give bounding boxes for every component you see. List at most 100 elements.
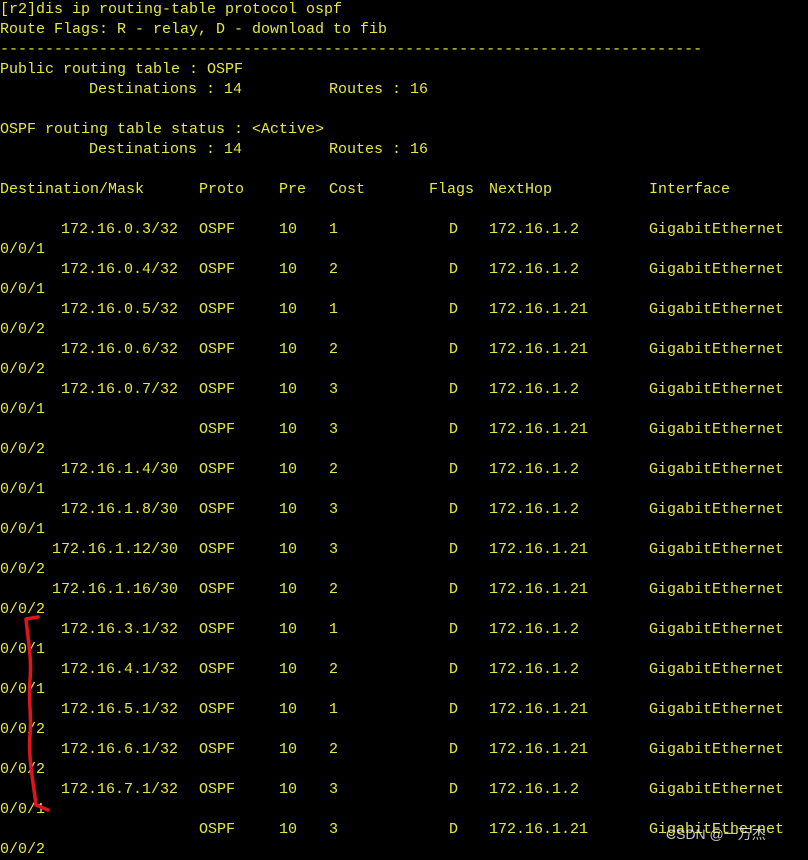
route-flags-text: Route Flags: R - relay, D - download to …	[0, 21, 388, 38]
csdn-watermark: CSDN @一万杰	[666, 826, 766, 842]
interface-wrap-line: 0/0/1	[0, 640, 808, 660]
interface-wrap-line: 0/0/2	[0, 440, 808, 460]
route-flags: D	[449, 581, 459, 598]
route-preference: 10	[279, 261, 298, 278]
table-row: 172.16.1.8/30 OSPF 10 3 D 172.16.1.2 GigabitEt…	[0, 500, 808, 520]
route-interface-continuation: 0/0/1	[0, 481, 46, 498]
table-row: 172.16.5.1/32 OSPF 10 1 D 172.16.1.21 GigabitE…	[0, 700, 808, 720]
route-interface-continuation: 0/0/1	[0, 281, 46, 298]
interface-wrap-line: 0/0/1	[0, 520, 808, 540]
interface-wrap-line: 0/0/1	[0, 480, 808, 500]
route-destination: 172.16.0.7/32	[60, 381, 178, 398]
route-flags: D	[449, 661, 459, 678]
table-header-row: Destination/Mask Proto Pre Cost Flags Ne…	[0, 180, 808, 200]
route-preference: 10	[279, 221, 298, 238]
route-flags: D	[449, 261, 459, 278]
route-nexthop: 172.16.1.2	[489, 461, 580, 478]
route-interface-continuation: 0/0/1	[0, 641, 46, 658]
terminal-window[interactable]: [r2]dis ip routing-table protocol ospf R…	[0, 0, 808, 858]
route-cost: 3	[329, 501, 339, 518]
route-interface-continuation: 0/0/2	[0, 841, 46, 858]
interface-wrap-line: 0/0/2	[0, 560, 808, 580]
interface-wrap-line: 0/0/1	[0, 400, 808, 420]
route-interface-continuation: 0/0/1	[0, 401, 46, 418]
route-destination: 172.16.1.12/30	[51, 541, 178, 558]
header-cost: Cost	[329, 181, 366, 198]
route-cost: 1	[329, 221, 339, 238]
route-nexthop: 172.16.1.21	[489, 701, 589, 718]
status-routes: Routes : 16	[329, 141, 429, 158]
route-interface-continuation: 0/0/2	[0, 441, 46, 458]
header-interface: Interface	[649, 181, 731, 198]
route-preference: 10	[279, 781, 298, 798]
table-row: 172.16.7.1/32 OSPF 10 3 D 172.16.1.2 GigabitEt…	[0, 780, 808, 800]
route-proto: OSPF	[199, 421, 236, 438]
route-flags: D	[449, 421, 459, 438]
header-proto: Proto	[199, 181, 245, 198]
route-preference: 10	[279, 701, 298, 718]
status-table-title: OSPF routing table status : <Active>	[0, 121, 325, 138]
route-nexthop: 172.16.1.2	[489, 261, 580, 278]
route-flags: D	[449, 381, 459, 398]
status-destinations: Destinations : 14	[89, 141, 243, 158]
public-destinations: Destinations : 14	[89, 81, 243, 98]
header-nexthop: NextHop	[489, 181, 553, 198]
interface-wrap-line: 0/0/2	[0, 600, 808, 620]
interface-wrap-line: 0/0/2	[0, 360, 808, 380]
route-nexthop: 172.16.1.21	[489, 421, 589, 438]
route-proto: OSPF	[199, 701, 236, 718]
route-flags-line: Route Flags: R - relay, D - download to …	[0, 20, 808, 40]
header-destination: Destination/Mask	[0, 181, 145, 198]
route-proto: OSPF	[199, 341, 236, 358]
route-destination: 172.16.5.1/32	[60, 701, 178, 718]
route-preference: 10	[279, 661, 298, 678]
route-proto: OSPF	[199, 381, 236, 398]
route-flags: D	[449, 621, 459, 638]
route-nexthop: 172.16.1.2	[489, 621, 580, 638]
route-interface: GigabitEthernet	[649, 741, 785, 758]
route-interface-continuation: 0/0/1	[0, 521, 46, 538]
route-preference: 10	[279, 381, 298, 398]
route-cost: 3	[329, 381, 339, 398]
route-destination: 172.16.1.4/30	[60, 461, 178, 478]
interface-wrap-line: 0/0/1	[0, 800, 808, 820]
route-destination: 172.16.3.1/32	[60, 621, 178, 638]
route-preference: 10	[279, 501, 298, 518]
route-interface: GigabitEthernet	[649, 221, 785, 238]
route-destination: 172.16.7.1/32	[60, 781, 178, 798]
route-interface: GigabitEthernet	[649, 621, 785, 638]
route-interface-continuation: 0/0/2	[0, 321, 46, 338]
route-cost: 2	[329, 581, 339, 598]
route-preference: 10	[279, 421, 298, 438]
route-interface: GigabitEthernet	[649, 541, 785, 558]
route-cost: 3	[329, 821, 339, 838]
route-destination: 172.16.0.4/32	[60, 261, 178, 278]
public-table-summary-line: Destinations : 14 Routes : 16	[0, 80, 808, 100]
route-preference: 10	[279, 621, 298, 638]
table-row: 172.16.0.7/32 OSPF 10 3 D 172.16.1.2 GigabitEt…	[0, 380, 808, 400]
route-flags: D	[449, 221, 459, 238]
interface-wrap-line: 0/0/1	[0, 280, 808, 300]
table-row: 172.16.0.6/32 OSPF 10 2 D 172.16.1.21 GigabitE…	[0, 340, 808, 360]
route-cost: 3	[329, 781, 339, 798]
route-cost: 2	[329, 741, 339, 758]
route-flags: D	[449, 501, 459, 518]
table-row: 172.16.0.4/32 OSPF 10 2 D 172.16.1.2 GigabitEt…	[0, 260, 808, 280]
route-interface: GigabitEthernet	[649, 581, 785, 598]
route-interface-continuation: 0/0/1	[0, 241, 46, 258]
route-interface: GigabitEthernet	[649, 501, 785, 518]
route-nexthop: 172.16.1.2	[489, 781, 580, 798]
status-table-title-line: OSPF routing table status : <Active>	[0, 120, 808, 140]
route-interface: GigabitEthernet	[649, 461, 785, 478]
route-interface-continuation: 0/0/2	[0, 761, 46, 778]
route-interface-continuation: 0/0/2	[0, 601, 46, 618]
route-nexthop: 172.16.1.2	[489, 661, 580, 678]
route-interface: GigabitEthernet	[649, 381, 785, 398]
route-nexthop: 172.16.1.21	[489, 341, 589, 358]
header-pre: Pre	[279, 181, 307, 198]
route-interface: GigabitEthernet	[649, 701, 785, 718]
route-proto: OSPF	[199, 221, 236, 238]
